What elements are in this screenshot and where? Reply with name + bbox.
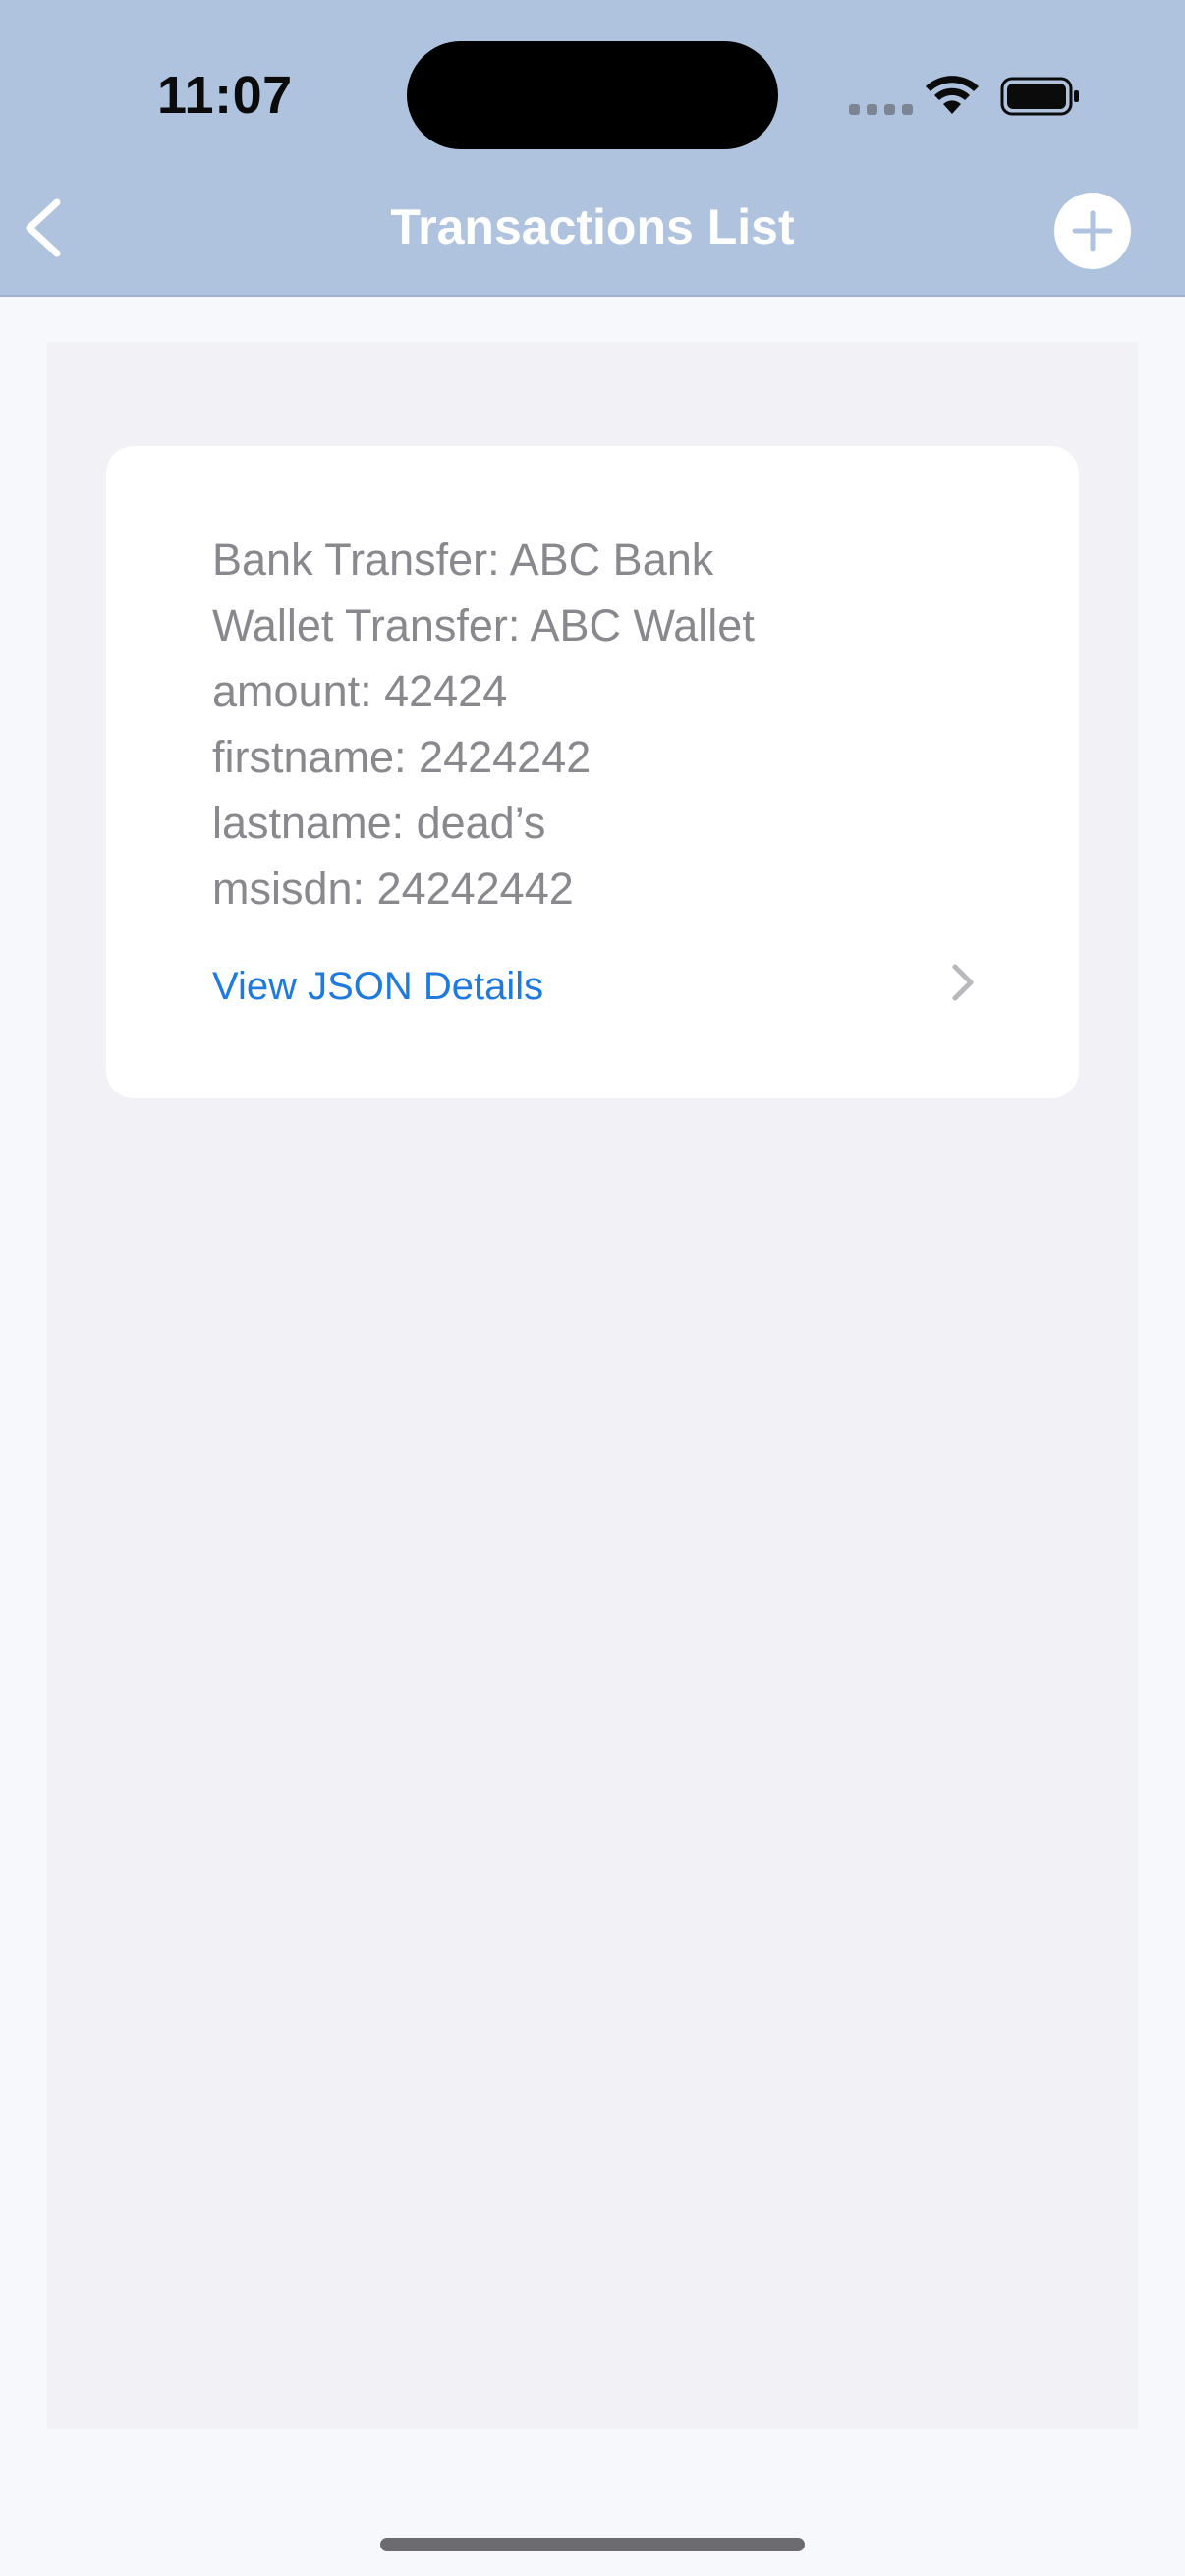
transaction-card[interactable]: Bank Transfer: ABC Bank Wallet Transfer:… — [106, 446, 1079, 1098]
chevron-right-icon[interactable] — [945, 959, 979, 1006]
amount-detail: amount: 42424 — [212, 666, 508, 716]
firstname-detail: firstname: 2424242 — [212, 732, 592, 782]
view-json-details-link[interactable]: View JSON Details — [212, 965, 543, 1009]
dynamic-island — [407, 41, 778, 149]
add-transaction-button[interactable] — [1054, 193, 1131, 269]
status-time: 11:07 — [157, 66, 293, 125]
wifi-icon — [926, 76, 979, 114]
page-title: Transactions List — [390, 199, 795, 254]
wallet-transfer-detail: Wallet Transfer: ABC Wallet — [212, 600, 755, 650]
navigation-header: 11:07 Transactions List — [0, 0, 1185, 297]
battery-icon — [1000, 77, 1079, 116]
home-indicator[interactable] — [380, 2538, 805, 2551]
msisdn-detail: msisdn: 24242442 — [212, 864, 574, 914]
lastname-detail: lastname: dead’s — [212, 798, 546, 848]
plus-icon — [1072, 210, 1113, 252]
cellular-signal-icon — [849, 104, 913, 115]
bank-transfer-detail: Bank Transfer: ABC Bank — [212, 534, 714, 585]
transaction-details: Bank Transfer: ABC Bank Wallet Transfer:… — [212, 527, 755, 922]
